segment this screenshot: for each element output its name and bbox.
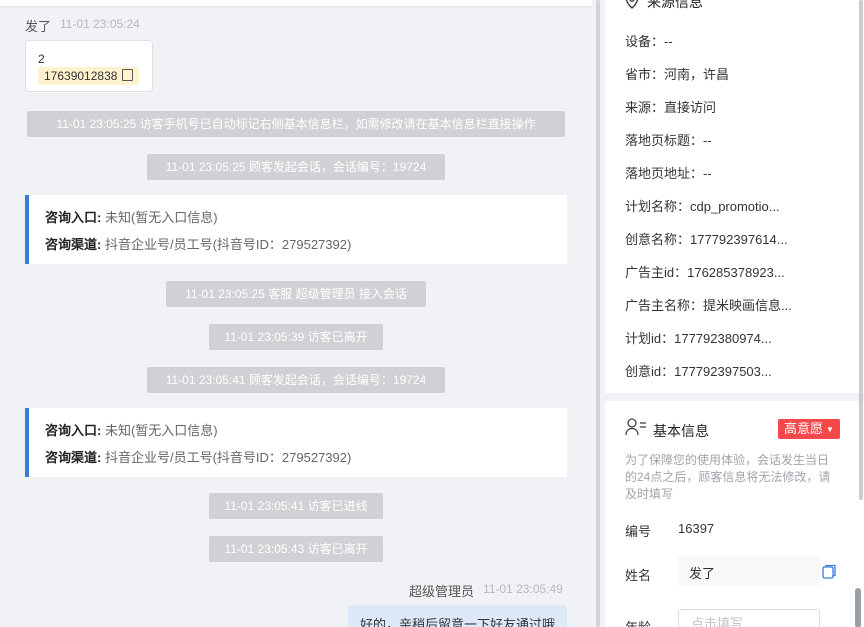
system-notice-visitor-entered: 11-01 23:05:41 访客已进线: [209, 493, 383, 519]
age-input[interactable]: [689, 615, 813, 627]
source-info-header: 来源信息: [625, 0, 703, 12]
age-field[interactable]: [678, 609, 820, 627]
system-notice-session-start: 11-01 23:05:41 顾客发起会话，会话编号：19724: [147, 367, 445, 393]
phone-number: 17639012838: [44, 69, 118, 83]
consult-channel-value: 抖音企业号/员工号(抖音号ID：279527392): [104, 450, 352, 465]
source-info-plan-name: 计划名称：cdp_promotio...: [625, 199, 780, 214]
visitor-message-time: 11-01 23:05:24: [60, 17, 140, 31]
section-divider: [605, 393, 864, 401]
consult-entry-row: 咨询入口: 未知(暂无入口信息): [45, 420, 218, 439]
basic-info-notice: 为了保障您的使用体验，会话发生当日的24点之后，顾客信息将无法修改，请及时填写: [625, 453, 831, 501]
agent-message-time: 11-01 23:05:49: [483, 582, 563, 596]
chat-panel: 发了 11-01 23:05:24 2 17639012838 11-01 23…: [0, 0, 592, 627]
consult-entry-label: 咨询入口:: [45, 210, 102, 225]
consult-info-card: 咨询入口: 未知(暂无入口信息) 咨询渠道: 抖音企业号/员工号(抖音号ID：2…: [25, 195, 567, 264]
source-info-plan-id: 计划id：177792380974...: [625, 331, 772, 346]
caret-down-icon: ▼: [826, 425, 834, 434]
source-info-advertiser-name: 广告主名称：提米映画信息...: [625, 298, 792, 313]
consult-channel-label: 咨询渠道:: [45, 450, 102, 465]
customer-info-panel: 来源信息 设备：-- 省市：河南，许昌 来源：直接访问 落地页标题：-- 落地页…: [605, 0, 864, 627]
visitor-message-bubble: 2 17639012838: [25, 40, 153, 92]
system-notice-session-start: 11-01 23:05:25 顾客发起会话，会话编号：19724: [147, 154, 445, 180]
consult-info-card: 咨询入口: 未知(暂无入口信息) 咨询渠道: 抖音企业号/员工号(抖音号ID：2…: [25, 408, 567, 477]
system-notice-agent-joined: 11-01 23:05:25 客服 超级管理员 接入会话: [166, 281, 426, 307]
chat-scrollbar-thumb[interactable]: [596, 0, 600, 627]
source-info-landing-title: 落地页标题：--: [625, 133, 712, 148]
source-info-landing-url: 落地页地址：--: [625, 166, 712, 181]
visitor-sender-name: 发了: [25, 19, 52, 34]
system-notice-phone-marked: 11-01 23:05:25 访客手机号已自动标记右侧基本信息栏，如需修改请在基…: [27, 111, 565, 137]
consult-entry-label: 咨询入口:: [45, 423, 102, 438]
consult-channel-row: 咨询渠道: 抖音企业号/员工号(抖音号ID：279527392): [45, 447, 351, 466]
person-list-icon: [625, 418, 646, 436]
source-info-channel: 来源：直接访问: [625, 100, 717, 115]
visitor-message-text: 2: [38, 52, 45, 66]
consult-channel-row: 咨询渠道: 抖音企业号/员工号(抖音号ID：279527392): [45, 234, 351, 253]
basic-info-title: 基本信息: [653, 423, 709, 439]
source-info-creative-id: 创意id：177792397503...: [625, 364, 772, 379]
name-field[interactable]: 发了: [678, 556, 820, 586]
age-label: 年龄: [625, 617, 651, 627]
chat-scrollbar[interactable]: [592, 0, 604, 627]
consult-channel-label: 咨询渠道:: [45, 237, 102, 252]
name-label: 姓名: [625, 568, 652, 583]
copy-icon[interactable]: [122, 69, 134, 81]
source-info-region: 省市：河南，许昌: [625, 67, 730, 82]
info-panel-scrollbar[interactable]: [859, 0, 863, 500]
source-info-device: 设备：--: [625, 34, 673, 49]
name-value: 发了: [689, 566, 716, 581]
phone-number-highlight[interactable]: 17639012838: [38, 67, 140, 85]
id-value: 16397: [678, 521, 715, 536]
system-notice-visitor-left: 11-01 23:05:43 访客已离开: [209, 536, 383, 562]
agent-message-bubble: 好的，亲稍后留意一下好友通过哦: [348, 605, 567, 627]
id-label: 编号: [625, 524, 652, 539]
info-panel-scrollbar-thumb[interactable]: [855, 588, 861, 627]
consult-entry-value: 未知(暂无入口信息): [104, 210, 218, 225]
source-info-advertiser-id: 广告主id：176285378923...: [625, 265, 785, 280]
intent-level-dropdown[interactable]: 高意愿 ▼: [778, 419, 840, 439]
source-info-creative-name: 创意名称：177792397614...: [625, 232, 788, 247]
system-notice-visitor-left: 11-01 23:05:39 访客已离开: [209, 324, 383, 350]
chat-top-edge: [0, 0, 592, 6]
source-info-title: 来源信息: [647, 0, 703, 10]
agent-sender-name: 超级管理员: [409, 584, 475, 599]
agent-message-text: 好的，亲稍后留意一下好友通过哦: [360, 617, 556, 627]
consult-channel-value: 抖音企业号/员工号(抖音号ID：279527392): [104, 237, 352, 252]
location-pin-icon: [625, 0, 639, 9]
consult-entry-row: 咨询入口: 未知(暂无入口信息): [45, 207, 218, 226]
consult-entry-value: 未知(暂无入口信息): [104, 423, 218, 438]
intent-level-label: 高意愿: [784, 421, 824, 436]
copy-icon[interactable]: [822, 564, 836, 579]
